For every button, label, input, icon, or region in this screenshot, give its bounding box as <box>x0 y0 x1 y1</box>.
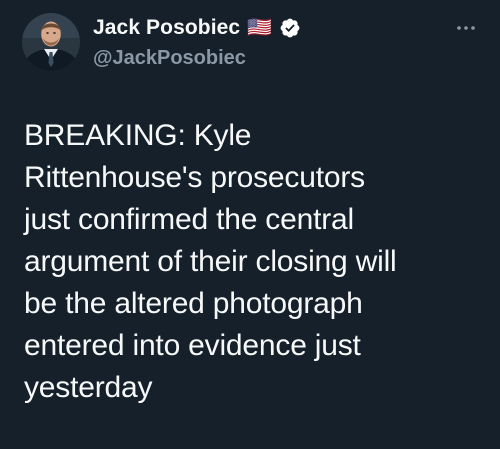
author-info: Jack Posobiec 🇺🇸 @JackPosobiec <box>93 14 413 70</box>
more-options-icon <box>457 26 475 30</box>
avatar-photo <box>22 13 80 71</box>
display-name-row: Jack Posobiec 🇺🇸 <box>93 14 413 42</box>
tweet-text: BREAKING: Kyle Rittenhouse's prosecutors… <box>24 119 397 404</box>
tweet-card: Jack Posobiec 🇺🇸 @JackPosobiec BREAKING:… <box>0 0 500 449</box>
tweet-header: Jack Posobiec 🇺🇸 @JackPosobiec <box>22 13 482 73</box>
more-options-button[interactable] <box>450 17 482 39</box>
verified-badge-icon <box>279 17 301 39</box>
author-handle[interactable]: @JackPosobiec <box>93 47 413 70</box>
author-avatar[interactable] <box>22 13 80 71</box>
author-display-name[interactable]: Jack Posobiec <box>93 16 240 40</box>
flag-emoji: 🇺🇸 <box>247 17 273 39</box>
